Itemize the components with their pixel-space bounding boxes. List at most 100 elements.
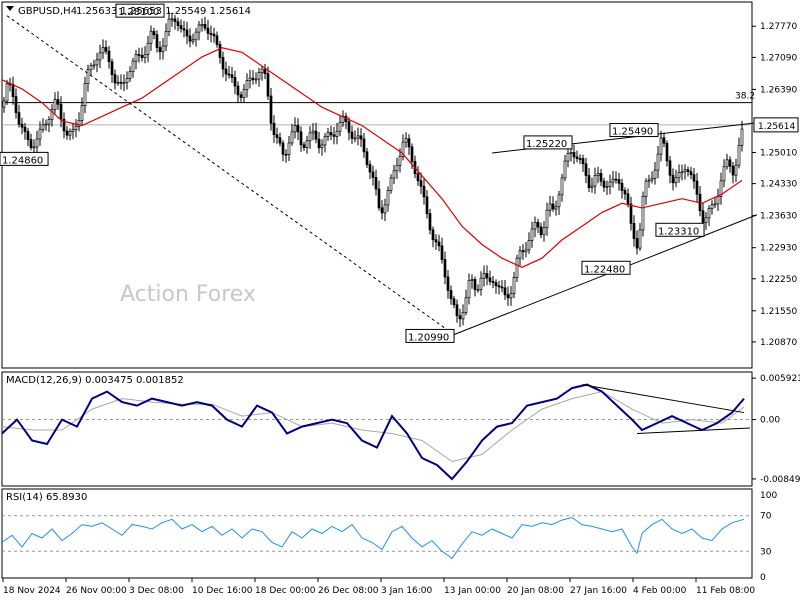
last-price-label: 1.25614 bbox=[758, 122, 795, 132]
candle-body bbox=[395, 164, 399, 172]
candle-body bbox=[227, 73, 231, 76]
candle-body bbox=[542, 227, 546, 236]
candle-body bbox=[59, 103, 63, 120]
candle-body bbox=[674, 177, 678, 184]
candle-body bbox=[602, 180, 606, 188]
candle-body bbox=[533, 222, 537, 230]
candle-body bbox=[521, 250, 525, 253]
candle-body bbox=[131, 60, 135, 72]
candle-body bbox=[677, 172, 681, 179]
candle-body bbox=[335, 130, 339, 137]
candle-body bbox=[407, 138, 411, 148]
candle-body bbox=[563, 160, 567, 179]
candle-body bbox=[524, 249, 528, 253]
candle-body bbox=[305, 140, 309, 148]
candle-body bbox=[737, 144, 741, 166]
candle-body bbox=[626, 193, 630, 205]
candle-body bbox=[182, 28, 186, 31]
candle-body bbox=[368, 164, 372, 173]
candle-body bbox=[137, 54, 141, 56]
candle-body bbox=[218, 44, 222, 58]
candle-body bbox=[362, 138, 366, 153]
candle-body bbox=[356, 135, 360, 139]
candle-body bbox=[473, 279, 477, 290]
candle-body bbox=[47, 119, 51, 125]
candle-body bbox=[65, 130, 69, 136]
candle-body bbox=[224, 68, 228, 75]
candle-body bbox=[14, 96, 18, 113]
candle-body bbox=[233, 77, 237, 87]
candle-body bbox=[125, 78, 129, 83]
candle-body bbox=[251, 77, 255, 80]
candle-body bbox=[194, 31, 198, 41]
candle-body bbox=[278, 137, 282, 144]
y-tick-label: 1.25010 bbox=[760, 149, 797, 159]
candle-body bbox=[671, 174, 675, 184]
candle-body bbox=[2, 100, 6, 108]
candle-body bbox=[260, 68, 264, 73]
candle-body bbox=[539, 226, 543, 236]
x-tick-label: 10 Dec 16:00 bbox=[192, 586, 253, 596]
candle-body bbox=[689, 171, 693, 176]
candle-body bbox=[593, 175, 597, 187]
candle-body bbox=[380, 207, 384, 214]
candle-body bbox=[359, 135, 363, 140]
candle-body bbox=[302, 144, 306, 148]
x-tick-label: 20 Jan 08:00 bbox=[507, 586, 564, 596]
candle-body bbox=[167, 18, 171, 32]
candle-body bbox=[44, 123, 48, 126]
candle-body bbox=[128, 71, 132, 79]
candle-body bbox=[680, 171, 684, 174]
watermark: Action Forex bbox=[120, 282, 256, 307]
candle-body bbox=[590, 185, 594, 189]
candle-body bbox=[740, 128, 744, 146]
candle-body bbox=[176, 21, 180, 26]
candle-body bbox=[560, 177, 564, 196]
candle-body bbox=[497, 285, 501, 288]
candle-body bbox=[122, 82, 126, 84]
candle-body bbox=[200, 24, 204, 26]
candle-body bbox=[383, 204, 387, 214]
candle-body bbox=[32, 146, 36, 149]
candle-body bbox=[620, 182, 624, 191]
candle-body bbox=[416, 173, 420, 182]
candle-body bbox=[632, 223, 636, 239]
candle-body bbox=[605, 185, 609, 188]
macd-y-tick: -0.00849 bbox=[760, 475, 800, 485]
candle-body bbox=[404, 138, 408, 143]
candle-body bbox=[116, 81, 120, 84]
candle-body bbox=[731, 165, 735, 176]
candle-body bbox=[566, 152, 570, 162]
candle-body bbox=[89, 65, 93, 71]
candle-body bbox=[551, 203, 555, 210]
candle-body bbox=[83, 83, 87, 106]
candle-body bbox=[617, 179, 621, 184]
candle-body bbox=[29, 139, 33, 148]
candle-body bbox=[455, 304, 459, 317]
candle-body bbox=[653, 169, 657, 179]
candle-body bbox=[188, 35, 192, 42]
y-tick-label: 1.26390 bbox=[760, 85, 797, 95]
candle-body bbox=[293, 125, 297, 133]
price-label: 1.20990 bbox=[408, 332, 449, 343]
candle-body bbox=[11, 83, 15, 97]
candle-body bbox=[215, 35, 219, 45]
candle-body bbox=[491, 281, 495, 283]
candle-body bbox=[149, 30, 153, 44]
candle-body bbox=[419, 180, 423, 187]
candle-body bbox=[230, 74, 234, 78]
candle-body bbox=[443, 259, 447, 278]
candle-body bbox=[38, 128, 42, 140]
fib-label: 38.2 bbox=[735, 92, 755, 102]
candle-body bbox=[614, 178, 618, 181]
candle-body bbox=[623, 190, 627, 195]
price-label: 1.25220 bbox=[526, 139, 567, 150]
candle-body bbox=[338, 121, 342, 132]
rsi-y-tick: 70 bbox=[760, 512, 772, 522]
candle-body bbox=[290, 131, 294, 144]
candle-body bbox=[143, 54, 147, 58]
candle-body bbox=[248, 77, 252, 81]
candle-body bbox=[347, 121, 351, 133]
candle-body bbox=[422, 185, 426, 198]
candle-body bbox=[377, 188, 381, 209]
